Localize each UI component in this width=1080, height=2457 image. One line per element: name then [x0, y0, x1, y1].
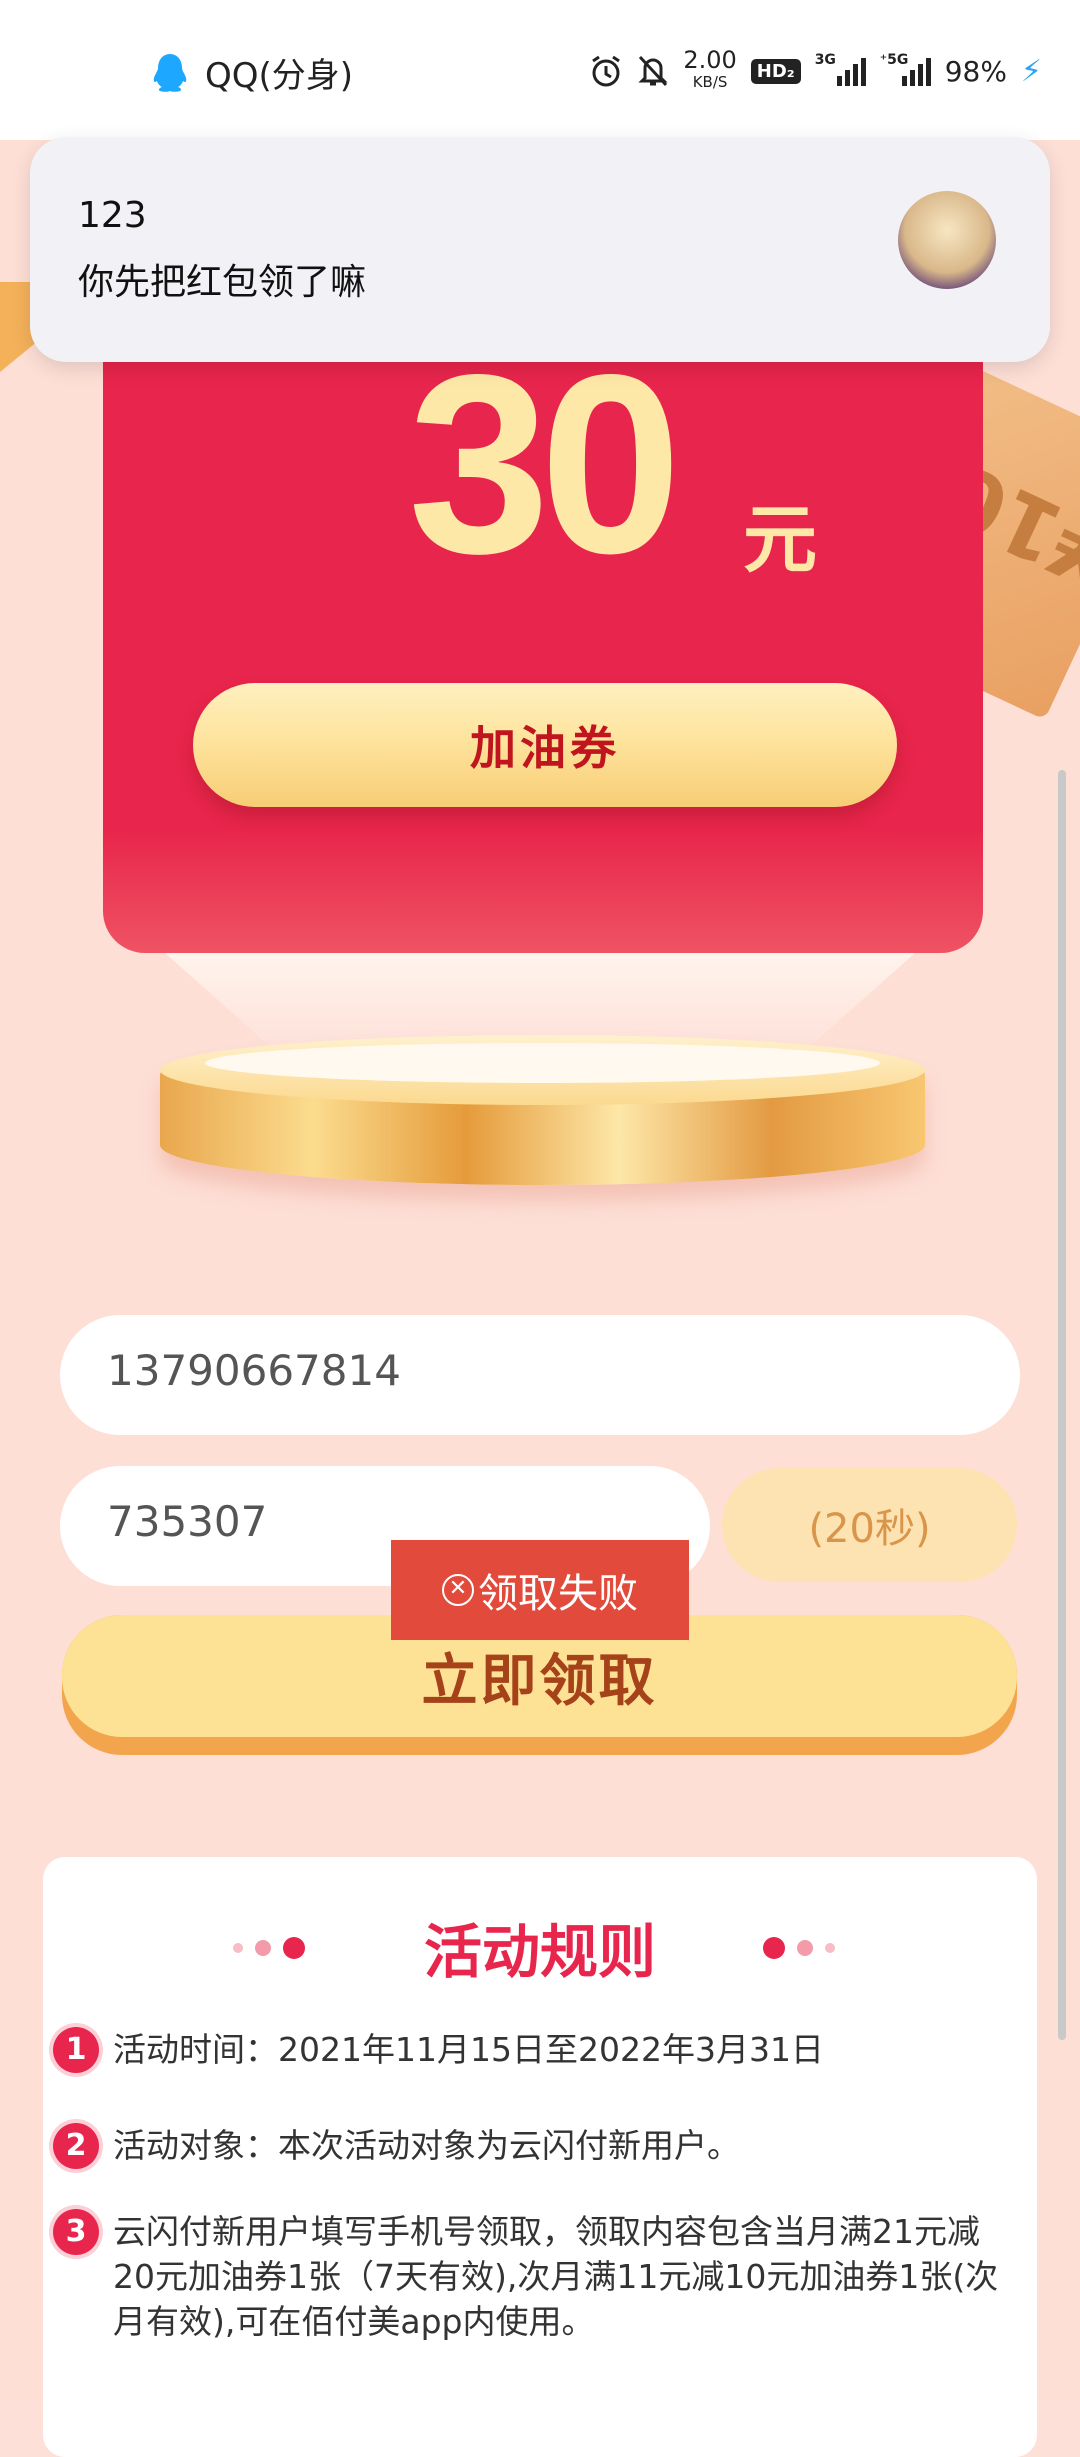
rule-text: 云闪付新用户填写手机号领取，领取内容包含当月满21元减20元加油券1张（7天有效…: [113, 2212, 999, 2341]
qq-icon: [153, 54, 187, 92]
scrollbar[interactable]: [1058, 770, 1066, 2040]
coupon-unit: 元: [743, 497, 817, 583]
speed-value: 2.00: [683, 46, 737, 74]
network-type-1: 3G: [814, 52, 836, 68]
error-toast: ✕ 领取失败: [391, 1540, 689, 1640]
phone-input[interactable]: [105, 1345, 709, 1396]
coupon-type-button[interactable]: 加油券: [193, 683, 897, 807]
phone-field[interactable]: [60, 1315, 1020, 1435]
net-speed: 2.00 KB/S: [683, 46, 737, 93]
coupon-amount: 30: [408, 322, 682, 607]
rule-item: 3 云闪付新用户填写手机号领取，领取内容包含当月满21元减20元加油券1张（7天…: [53, 2209, 1013, 2344]
rules-title: 活动规则: [423, 1918, 656, 1986]
speed-unit: KB/S: [692, 73, 728, 91]
charging-icon: ⚡: [1020, 53, 1042, 89]
alarm-icon: [592, 55, 621, 87]
rule-text: 活动对象：本次活动对象为云闪付新用户。: [113, 2126, 740, 2165]
coupon-card: 30 元 加油券: [103, 330, 983, 953]
dots-right-decoration: [763, 1937, 835, 1959]
signal-icon: 3G: [815, 52, 866, 86]
rule-text: 活动时间：2021年11月15日至2022年3月31日: [113, 2030, 824, 2069]
rule-number: 1: [53, 2027, 99, 2073]
mute-bell-icon: [638, 55, 668, 87]
battery-level: 98%: [944, 54, 1007, 88]
rule-number: 2: [53, 2123, 99, 2169]
signal-icon: ⁺5G: [880, 52, 931, 86]
status-icons: 2.00 KB/S HD₂ 3G ⁺5G 98% ⚡: [589, 48, 1042, 94]
notification-sender: 123: [78, 195, 147, 236]
rule-item: 1 活动时间：2021年11月15日至2022年3月31日: [53, 2027, 1013, 2073]
message-notification[interactable]: 123 你先把红包领了嘛: [30, 137, 1050, 362]
rule-item: 2 活动对象：本次活动对象为云闪付新用户。: [53, 2123, 1013, 2169]
toast-text: 领取失败: [478, 1571, 638, 1617]
rule-number: 3: [53, 2209, 99, 2255]
rules-card: 活动规则 1 活动时间：2021年11月15日至2022年3月31日 2 活动对…: [43, 1857, 1037, 2457]
network-type-2: ⁺5G: [879, 52, 909, 68]
resend-timer-button[interactable]: (20秒): [722, 1468, 1017, 1582]
circle-x-icon: ✕: [442, 1574, 474, 1606]
podium-top-inner: [205, 1043, 880, 1083]
notification-message: 你先把红包领了嘛: [78, 262, 367, 303]
status-bar: QQ(分身) 2.00 KB/S HD₂ 3G ⁺5G 98% ⚡: [0, 0, 1080, 140]
hd-badge: HD₂: [750, 58, 801, 84]
avatar: [898, 191, 996, 289]
app-label: QQ(分身): [205, 56, 354, 96]
